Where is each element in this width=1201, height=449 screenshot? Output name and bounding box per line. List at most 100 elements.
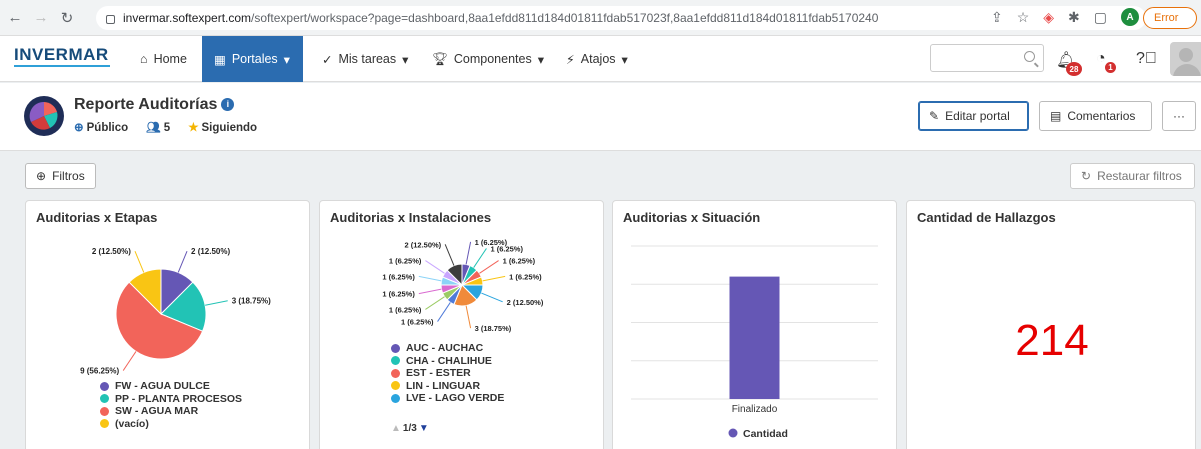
comment-icon: ▤ (1050, 109, 1062, 123)
legend-item[interactable]: LIN - LINGUAR (391, 380, 504, 393)
card-title: Cantidad de Hallazgos (917, 210, 1056, 225)
legend-item[interactable]: EST - ESTER (391, 367, 504, 380)
card-instalaciones: Auditorias x Instalaciones 1 (6.25%) 1 (6… (319, 200, 604, 449)
legend-label: (vacío) (115, 417, 149, 430)
portal-meta: ⊕ Público 👥︎ 5 ★ Siguiendo (74, 120, 257, 134)
legend-item[interactable]: SW - AGUA MAR (100, 405, 242, 418)
legend-item[interactable]: LVE - LAGO VERDE (391, 392, 504, 405)
pie-data-label: 1 (6.25%) (490, 244, 523, 253)
followers-count[interactable]: 👥︎ 5 (146, 120, 170, 134)
legend-label: AUC - AUCHAC (406, 342, 484, 355)
nav-portales-label: Portales (231, 52, 278, 66)
search-input[interactable] (930, 44, 1044, 72)
error-button[interactable]: Error (1143, 7, 1197, 29)
pie-leader-line (444, 244, 455, 266)
globe-icon: ⊕ (74, 122, 84, 134)
nav-componentes[interactable]: 🏆︎ Componentes ▾ (420, 36, 556, 82)
pie-data-label: 1 (6.25%) (503, 257, 536, 266)
legend-dot (100, 381, 109, 391)
pie-leader-line (134, 250, 145, 273)
nav-mis-tareas-label: Mis tareas (338, 52, 397, 66)
info-icon[interactable]: i (221, 98, 235, 111)
legend-dot (100, 394, 109, 404)
more-button[interactable]: ··· (1162, 101, 1196, 131)
visibility-label: Público (86, 122, 129, 134)
portal-icon (24, 96, 64, 136)
app-navbar: INVERMAR ⌂ Home ▦ Portales ▾ ✓ Mis tarea… (0, 36, 1201, 82)
help-icon[interactable]: ?⃝ (1136, 50, 1157, 68)
legend-label: LIN - LINGUAR (406, 379, 481, 392)
edit-portal-label: Editar portal (945, 109, 1010, 123)
user-avatar[interactable] (1170, 42, 1201, 76)
pie-data-label: 2 (12.50%) (404, 240, 441, 249)
pie-leader-line (482, 275, 506, 282)
reload-icon[interactable]: ↻ (56, 7, 78, 29)
nav-atajos[interactable]: ⚡︎ Atajos ▾ (554, 36, 640, 82)
legend-dot (391, 393, 400, 403)
grid-icon: ▦ (214, 52, 226, 67)
sidepanel-icon[interactable]: ▢ (1094, 9, 1107, 26)
nav-home[interactable]: ⌂ Home (128, 36, 199, 82)
legend-item[interactable]: PP - PLANTA PROCESOS (100, 393, 242, 406)
following-toggle[interactable]: ★ Siguiendo (188, 120, 257, 134)
pie-leader-line (465, 305, 472, 329)
legend-item[interactable]: AUC - AUCHAC (391, 342, 504, 355)
restore-filters-button[interactable]: ↻ Restaurar filtros (1070, 163, 1195, 189)
edit-portal-button[interactable]: ✎ Editar portal (918, 101, 1029, 131)
logo[interactable]: INVERMAR (14, 45, 109, 65)
portal-header: Reporte Auditorías i ⊕ Público 👥︎ 5 ★ Siguie… (0, 83, 1201, 151)
nav-portales[interactable]: ▦ Portales ▾ (202, 36, 303, 82)
plus-circle-icon: ⊕ (36, 169, 47, 183)
filters-button[interactable]: ⊕ Filtros (25, 163, 96, 189)
page-title: Reporte Auditorías i (74, 96, 235, 114)
pie-leader-line (481, 292, 503, 303)
extension-icon[interactable]: ◈ (1043, 9, 1054, 26)
pager-up-icon[interactable]: ▲ (391, 423, 401, 434)
address-bar[interactable]: invermar.softexpert.com/softexpert/works… (96, 6, 1146, 30)
back-icon[interactable]: ← (4, 7, 26, 29)
pie-leader-line (205, 300, 228, 306)
pencil-icon: ✎ (929, 109, 940, 123)
card-hallazgos: Cantidad de Hallazgos 214 (906, 200, 1196, 449)
card-situacion: Auditorias x Situación Finalizado Cantida… (612, 200, 897, 449)
nav-mis-tareas[interactable]: ✓ Mis tareas ▾ (310, 36, 420, 82)
pie-leader-line (479, 260, 499, 274)
error-label: Error (1154, 12, 1179, 24)
pie-chart-instalaciones: 1 (6.25%) 1 (6.25%) 1 (6.25%) 1 (6.25%) 2 (1… (382, 238, 544, 333)
pager-down-icon[interactable]: ▼ (419, 423, 429, 434)
profile-avatar[interactable]: A (1121, 8, 1139, 26)
puzzle-icon[interactable]: ✱ (1068, 9, 1080, 26)
legend-item[interactable]: CHA - CHALIHUE (391, 355, 504, 368)
url-path: /softexpert/workspace?page=dashboard,8aa… (251, 11, 879, 25)
share-icon[interactable]: ⇪ (991, 9, 1003, 26)
card-etapas: Auditorias x Etapas 2 (12.50%) 3 (18.75%)… (25, 200, 310, 449)
bar-chart-situacion: Finalizado Cantidad (631, 245, 878, 440)
card-title: Auditorias x Instalaciones (330, 210, 492, 225)
bar[interactable] (729, 276, 780, 399)
bolt-icon: ⚡︎ (566, 52, 575, 67)
legend-dot (100, 406, 109, 416)
pager-text: 1/3 (402, 423, 417, 434)
legend-item[interactable]: FW - AGUA DULCE (100, 380, 242, 393)
pie-data-label: 1 (6.25%) (389, 257, 422, 266)
legend-item[interactable]: (vacío) (100, 418, 242, 431)
pie-leader-line (473, 248, 487, 268)
chevron-down-icon: ▾ (402, 52, 409, 67)
followers-value: 5 (163, 122, 171, 134)
pie-data-label: 3 (18.75%) (475, 324, 512, 333)
pie-leader-line (465, 241, 472, 265)
nav-atajos-label: Atajos (580, 52, 616, 66)
legend-label: FW - AGUA DULCE (115, 380, 210, 393)
pie-data-label: 2 (12.50%) (507, 298, 544, 307)
pie-data-label: 1 (6.25%) (509, 272, 542, 281)
comments-button[interactable]: ▤ Comentarios (1039, 101, 1152, 131)
notifications-badge: 28 (1066, 62, 1082, 76)
legend-label[interactable]: Cantidad (743, 428, 788, 440)
home-icon: ⌂ (140, 52, 148, 66)
pie-data-label: 9 (56.25%) (80, 367, 119, 376)
legend-label: LVE - LAGO VERDE (406, 392, 505, 405)
forward-icon[interactable]: → (30, 7, 52, 29)
card-title: Auditorias x Etapas (36, 210, 158, 225)
legend-etapas: FW - AGUA DULCE PP - PLANTA PROCESOS SW - … (100, 380, 242, 430)
bookmark-star-icon[interactable]: ☆ (1017, 9, 1030, 26)
